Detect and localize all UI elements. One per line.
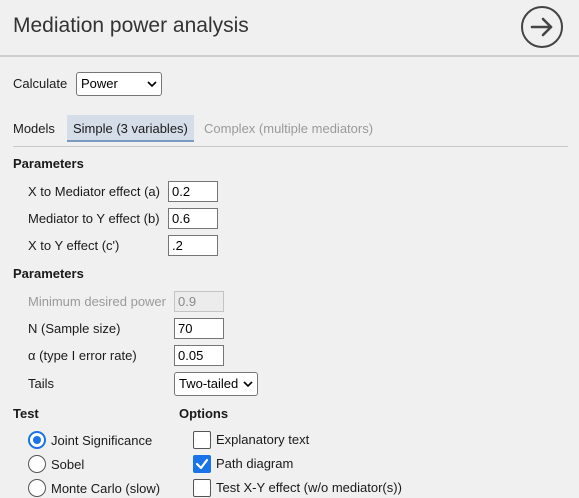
go-button[interactable] <box>521 6 563 48</box>
checkmark-icon <box>195 458 209 470</box>
path-diagram-checkbox[interactable] <box>193 455 211 473</box>
effects-heading: Parameters <box>13 156 84 171</box>
calculate-select-value: Power <box>81 76 118 91</box>
joint-significance-label: Joint Significance <box>51 433 153 448</box>
chevron-down-icon <box>147 81 157 88</box>
monte-carlo-label: Monte Carlo (slow) <box>51 481 161 496</box>
effect-a-label: X to Mediator effect (a) <box>28 184 160 199</box>
sobel-radio[interactable] <box>28 455 46 473</box>
test-heading: Test <box>13 406 39 421</box>
alpha-label: α (type I error rate) <box>28 348 137 363</box>
effect-b-input[interactable]: 0.6 <box>168 208 218 229</box>
test-xy-effect-checkbox[interactable] <box>193 479 211 497</box>
min-power-input: 0.9 <box>174 291 224 312</box>
page-title: Mediation power analysis <box>13 14 249 37</box>
effect-b-label: Mediator to Y effect (b) <box>28 211 160 226</box>
explanatory-text-label: Explanatory text <box>216 432 310 447</box>
calculate-label: Calculate <box>13 76 68 91</box>
tails-select[interactable]: Two-tailed <box>174 372 258 396</box>
tab-simple[interactable]: Simple (3 variables) <box>67 115 194 142</box>
tails-select-value: Two-tailed <box>179 376 239 391</box>
tab-divider <box>13 146 568 147</box>
sample-size-label: N (Sample size) <box>28 321 121 336</box>
tails-label: Tails <box>28 376 55 391</box>
arrow-right-circle-icon <box>530 17 553 37</box>
params-heading: Parameters <box>13 266 84 281</box>
chevron-down-icon <box>243 381 253 388</box>
min-power-label: Minimum desired power <box>28 294 166 309</box>
models-label: Models <box>13 121 55 136</box>
options-heading: Options <box>179 406 229 421</box>
tab-complex: Complex (multiple mediators) <box>204 121 374 136</box>
monte-carlo-radio[interactable] <box>28 479 46 497</box>
header-bar: Mediation power analysis <box>0 0 579 57</box>
effect-c-input[interactable]: .2 <box>168 235 218 256</box>
sample-size-input[interactable]: 70 <box>174 318 224 339</box>
effect-a-input[interactable]: 0.2 <box>168 181 218 202</box>
calculate-select[interactable]: Power <box>76 72 162 96</box>
joint-significance-radio[interactable] <box>28 431 46 449</box>
sobel-label: Sobel <box>51 457 85 472</box>
path-diagram-label: Path diagram <box>216 456 294 471</box>
explanatory-text-checkbox[interactable] <box>193 431 211 449</box>
effect-c-label: X to Y effect (c') <box>28 238 120 253</box>
test-xy-effect-label: Test X-Y effect (w/o mediator(s)) <box>216 480 402 495</box>
alpha-input[interactable]: 0.05 <box>174 345 224 366</box>
